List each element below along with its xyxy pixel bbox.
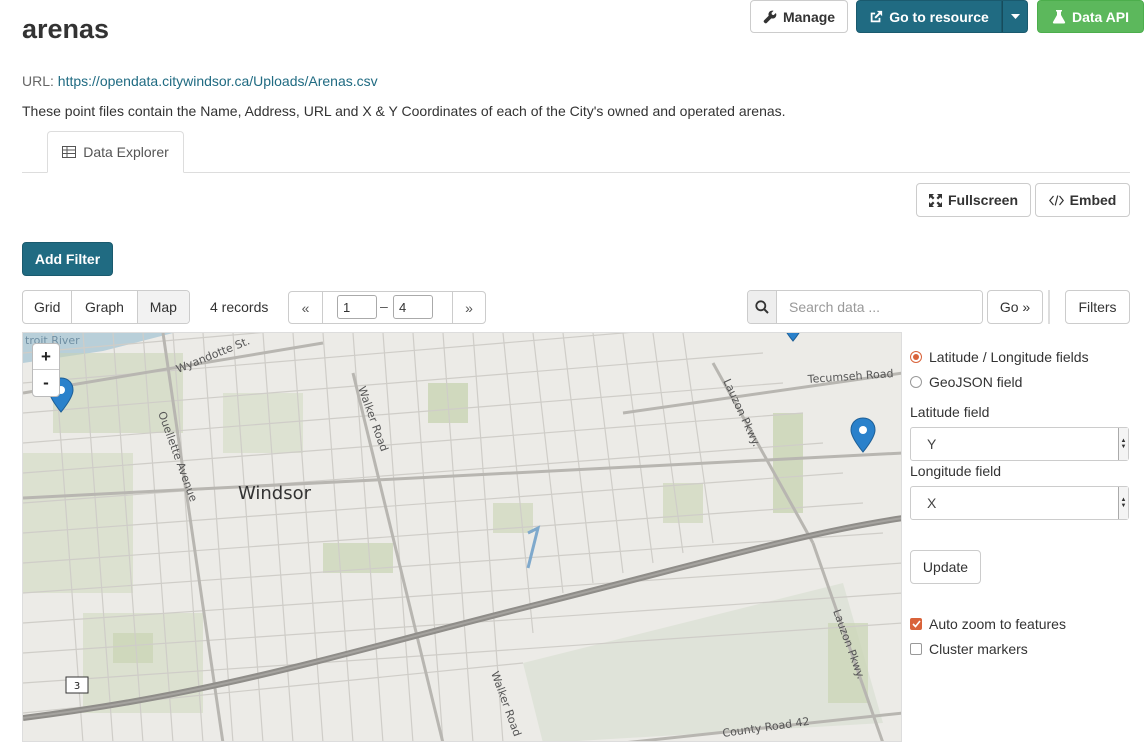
resource-description: These point files contain the Name, Addr…	[22, 103, 786, 119]
filters-label: Filters	[1078, 299, 1117, 315]
search-icon	[755, 300, 769, 314]
wrench-icon	[763, 10, 777, 23]
view-map-button[interactable]: Map	[137, 291, 189, 323]
longitude-field-label: Longitude field	[910, 463, 1002, 479]
geojson-radio-label: GeoJSON field	[929, 374, 1023, 390]
page-title: arenas	[22, 14, 110, 44]
filters-button[interactable]: Filters	[1065, 290, 1130, 324]
fullscreen-label: Fullscreen	[947, 192, 1019, 208]
latlon-radio[interactable]	[910, 351, 922, 363]
search-input[interactable]	[777, 291, 982, 323]
url-label: URL:	[22, 73, 54, 89]
latitude-field-select[interactable]: Y ▲ ▼	[910, 427, 1129, 461]
auto-zoom-label: Auto zoom to features	[929, 616, 1066, 632]
pager-prev-button[interactable]: «	[289, 292, 323, 323]
map-view[interactable]: Windsor Wyandotte St. Ouellette Avenue W…	[22, 332, 902, 742]
caret-down-icon	[1010, 13, 1020, 19]
code-icon	[1048, 194, 1064, 206]
tab-data-explorer[interactable]: Data Explorer	[47, 131, 184, 173]
search-icon-cell	[748, 291, 777, 323]
tab-bar-divider	[22, 172, 1130, 173]
embed-button[interactable]: Embed	[1035, 183, 1130, 217]
cluster-markers-option[interactable]: Cluster markers	[910, 641, 1028, 657]
pager-from-input[interactable]	[337, 295, 377, 319]
update-button[interactable]: Update	[910, 550, 981, 584]
pager-next-button[interactable]: »	[452, 292, 485, 323]
view-graph-button[interactable]: Graph	[72, 291, 138, 323]
resource-dropdown-toggle[interactable]	[1002, 0, 1028, 33]
external-link-icon	[870, 10, 883, 22]
data-api-label: Data API	[1071, 8, 1130, 25]
pager-to-input[interactable]	[393, 295, 433, 319]
embed-label: Embed	[1069, 192, 1117, 208]
latitude-field-label: Latitude field	[910, 404, 990, 420]
add-filter-button[interactable]: Add Filter	[22, 242, 113, 276]
map-tiles[interactable]: Windsor Wyandotte St. Ouellette Avenue W…	[23, 333, 902, 742]
record-count: 4 records	[210, 299, 269, 315]
data-api-button[interactable]: Data API	[1037, 0, 1144, 33]
zoom-in-button[interactable]: +	[33, 344, 59, 370]
toolbar-separator	[1048, 290, 1050, 324]
go-to-resource-label: Go to resource	[889, 8, 989, 25]
table-icon	[62, 146, 77, 158]
select-caret-icon: ▲ ▼	[1118, 487, 1128, 519]
latlon-radio-option[interactable]: Latitude / Longitude fields	[910, 349, 1089, 365]
map-label-windsor: Windsor	[238, 483, 312, 504]
select-caret-icon: ▲ ▼	[1118, 428, 1128, 460]
auto-zoom-checkbox[interactable]	[910, 618, 922, 630]
map-zoom-control: + -	[32, 343, 60, 397]
resource-url-link[interactable]: https://opendata.citywindsor.ca/Uploads/…	[58, 73, 378, 89]
add-filter-label: Add Filter	[34, 251, 101, 267]
expand-icon	[928, 193, 942, 207]
manage-button[interactable]: Manage	[750, 0, 848, 33]
geojson-radio-option[interactable]: GeoJSON field	[910, 374, 1022, 390]
flask-icon	[1052, 10, 1066, 24]
latlon-radio-label: Latitude / Longitude fields	[929, 349, 1089, 365]
go-to-resource-button[interactable]: Go to resource	[856, 0, 1002, 33]
cluster-markers-checkbox[interactable]	[910, 643, 922, 655]
checkmark-icon	[911, 620, 921, 628]
zoom-out-button[interactable]: -	[33, 370, 59, 396]
search-go-button[interactable]: Go »	[987, 290, 1043, 324]
longitude-field-select[interactable]: X ▲ ▼	[910, 486, 1129, 520]
cluster-markers-label: Cluster markers	[929, 641, 1028, 657]
search-go-label: Go »	[999, 299, 1031, 315]
view-switcher: Grid Graph Map	[22, 290, 190, 324]
fullscreen-button[interactable]: Fullscreen	[916, 183, 1031, 217]
latitude-field-value: Y	[927, 436, 937, 452]
pager: « – »	[288, 291, 486, 324]
search-box	[747, 290, 983, 324]
view-grid-button[interactable]: Grid	[23, 291, 73, 323]
tab-data-explorer-label: Data Explorer	[83, 144, 169, 160]
geojson-radio[interactable]	[910, 376, 922, 388]
resource-url-line: URL: https://opendata.citywindsor.ca/Upl…	[22, 73, 378, 89]
longitude-field-value: X	[927, 495, 937, 511]
pager-dash: –	[380, 298, 388, 314]
update-label: Update	[922, 559, 969, 575]
manage-label: Manage	[782, 8, 836, 25]
route-shield-number: 3	[74, 681, 80, 692]
auto-zoom-option[interactable]: Auto zoom to features	[910, 616, 1066, 632]
